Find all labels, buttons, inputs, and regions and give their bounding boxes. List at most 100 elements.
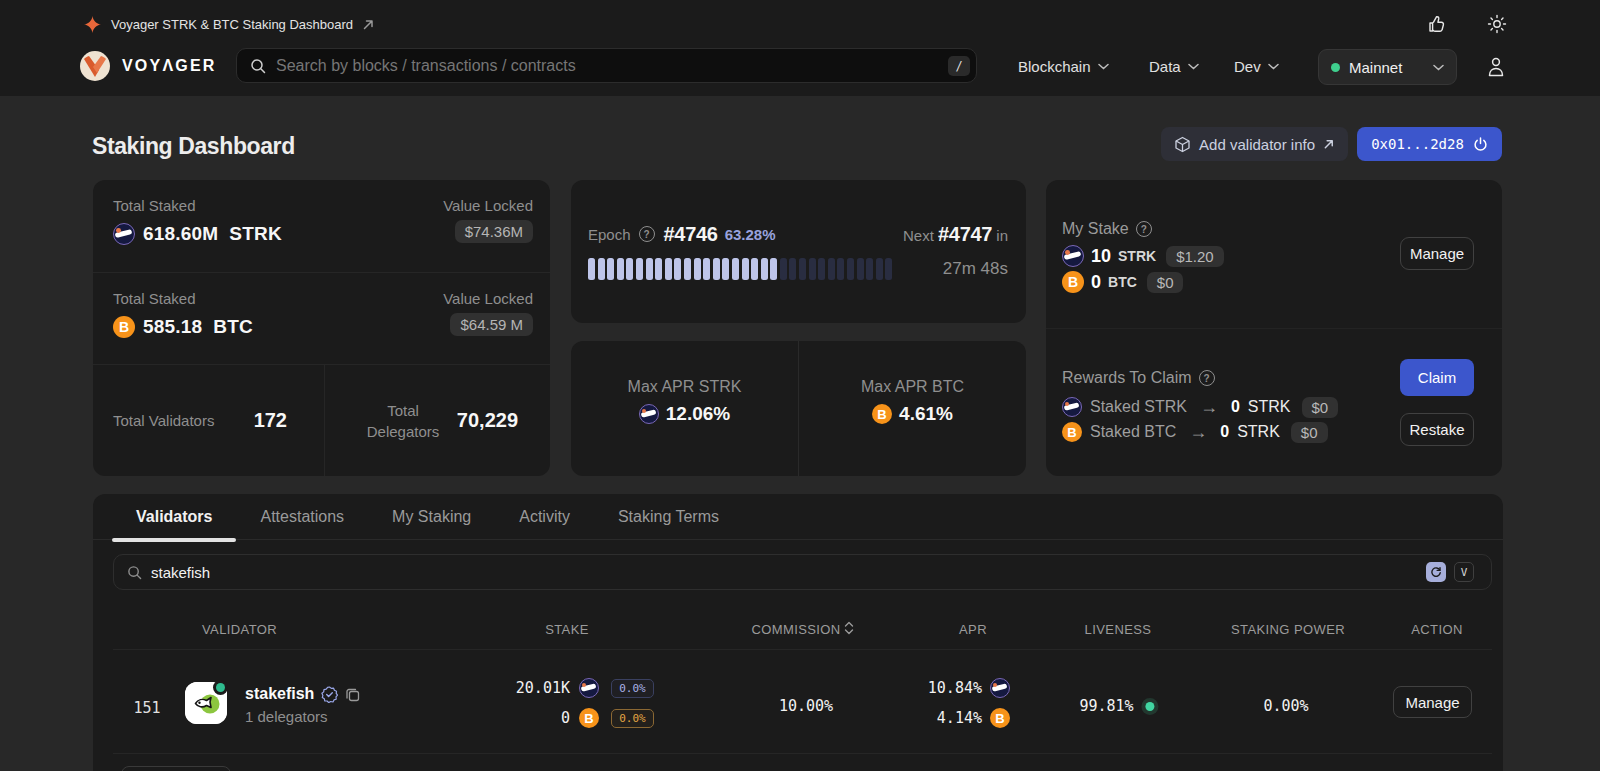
epoch-progress-segment [703,258,710,280]
total-staked-btc-label: Total Staked [113,290,253,307]
epoch-progress-segment [837,258,844,280]
tab-my-staking[interactable]: My Staking [368,494,495,539]
rewards-help-icon[interactable]: ? [1199,370,1215,386]
epoch-label: Epoch [588,226,631,243]
sparkle-icon [84,16,101,33]
pagination-control[interactable] [121,766,231,771]
validator-stake: 20.01K 0.0% 0 B 0.0% [510,677,654,729]
nav-menu-dev[interactable]: Dev [1234,55,1279,77]
tab-activity[interactable]: Activity [495,494,594,539]
epoch-progress-segment [770,258,777,280]
search-input[interactable]: Search by blocks / transactions / contra… [236,48,977,83]
copy-icon[interactable] [345,687,360,702]
tab-attestations[interactable]: Attestations [236,494,368,539]
btc-token-icon: B [113,316,135,338]
search-icon [250,58,266,74]
wallet-address: 0x01...2d28 [1371,136,1464,152]
btc-token-icon: B [1062,422,1082,442]
user-icon[interactable] [1486,56,1506,78]
epoch-progress-segment [780,258,787,280]
network-selector[interactable]: Mainnet [1318,49,1457,85]
value-locked-strk-value: $74.36M [455,220,533,243]
tab-bar: Validators Attestations My Staking Activ… [93,494,1503,540]
epoch-progress-segment [636,258,643,280]
my-stake-strk-unit: STRK [1118,248,1156,264]
apr-strk-value: 10.84% [928,679,982,697]
total-delegators-value: 70,229 [457,409,518,432]
total-validators-value: 172 [254,409,287,432]
nav-menu-data-label: Data [1149,58,1181,75]
epoch-progress-segment [607,258,614,280]
col-commission[interactable]: COMMISSION [751,622,840,637]
validator-staking-power: 0.00% [1263,697,1308,715]
total-staked-btc-amount: 585.18 [143,316,202,337]
col-action: ACTION [1411,622,1463,637]
external-link-icon [1323,138,1335,150]
nav-menu-blockchain[interactable]: Blockchain [1018,55,1109,77]
liveness-dot [1142,698,1159,715]
rewards-btc-name: Staked BTC [1090,423,1176,441]
col-validator: VALIDATOR [202,622,277,637]
stake-strk-amount: 20.01K [510,679,570,697]
restake-label: Restake [1409,421,1464,438]
validator-search-value: stakefish [151,564,210,581]
my-stake-btc-amount: 0 [1091,272,1101,293]
epoch-progress-segment [588,258,595,280]
col-stake: STAKE [545,622,589,637]
epoch-help-icon[interactable]: ? [639,226,655,242]
thumbs-up-icon[interactable] [1427,14,1447,34]
total-validators-section: Total Validators 172 [93,365,325,476]
validator-row[interactable]: 151 stakefish 1 delegators 20.01K 0.0% [113,650,1492,754]
max-apr-strk-section: Max APR STRK 12.06% [571,341,798,476]
theme-toggle-icon[interactable] [1487,14,1507,34]
manage-stake-button[interactable]: Manage [1400,237,1474,270]
my-stake-label: My Stake [1062,220,1129,238]
tab-validators-label: Validators [136,508,212,526]
btc-token-icon: B [1062,271,1084,293]
search-icon [127,565,142,580]
strk-token-icon [990,678,1010,698]
claim-button[interactable]: Claim [1400,359,1474,396]
total-validators-label: Total Validators [113,412,214,429]
validator-search-input[interactable]: stakefish V [113,554,1492,590]
max-apr-btc-label: Max APR BTC [861,378,964,396]
voyager-logo[interactable]: VOYΛGER [80,51,217,81]
rewards-btc-unit: STRK [1237,423,1280,441]
epoch-progress-segment [646,258,653,280]
sort-icon[interactable] [843,620,855,636]
manage-validator-button[interactable]: Manage [1393,686,1472,718]
add-validator-button[interactable]: Add validator info [1161,127,1348,161]
epoch-progress-segment [665,258,672,280]
rewards-btc-row: B Staked BTC → 0 STRK $0 [1062,422,1338,442]
wallet-button[interactable]: 0x01...2d28 [1357,127,1502,161]
validator-delegators: 1 delegators [245,708,360,725]
restake-button[interactable]: Restake [1400,413,1474,446]
rewards-label: Rewards To Claim [1062,369,1192,387]
tab-staking-terms[interactable]: Staking Terms [594,494,743,539]
refresh-button[interactable] [1426,562,1446,582]
epoch-progress-segment [684,258,691,280]
external-link-icon[interactable] [362,18,375,31]
tab-my-staking-label: My Staking [392,508,471,526]
epoch-progress-segment [809,258,816,280]
nav-menu-data[interactable]: Data [1149,55,1199,77]
add-validator-label: Add validator info [1199,136,1315,153]
epoch-progress-segment [857,258,864,280]
my-stake-help-icon[interactable]: ? [1136,221,1152,237]
epoch-progress-segment [742,258,749,280]
epoch-card: Epoch ? #4746 63.28% Next #4747 in 27m 4… [571,180,1026,323]
tab-validators[interactable]: Validators [112,494,236,539]
epoch-progress-segment [847,258,854,280]
btc-token-icon: B [579,708,599,728]
btc-token-icon: B [990,708,1010,728]
epoch-progress-segment [617,258,624,280]
chevron-down-icon [1188,63,1199,70]
max-apr-btc-value: 4.61% [899,403,953,425]
validator-commission: 10.00% [779,697,833,715]
strk-token-icon [1062,245,1084,267]
epoch-progress-segment [761,258,768,280]
epoch-progress-segment [722,258,729,280]
arrow-right-icon: → [1200,398,1218,416]
claim-label: Claim [1418,369,1456,386]
validator-name: stakefish [245,685,314,703]
